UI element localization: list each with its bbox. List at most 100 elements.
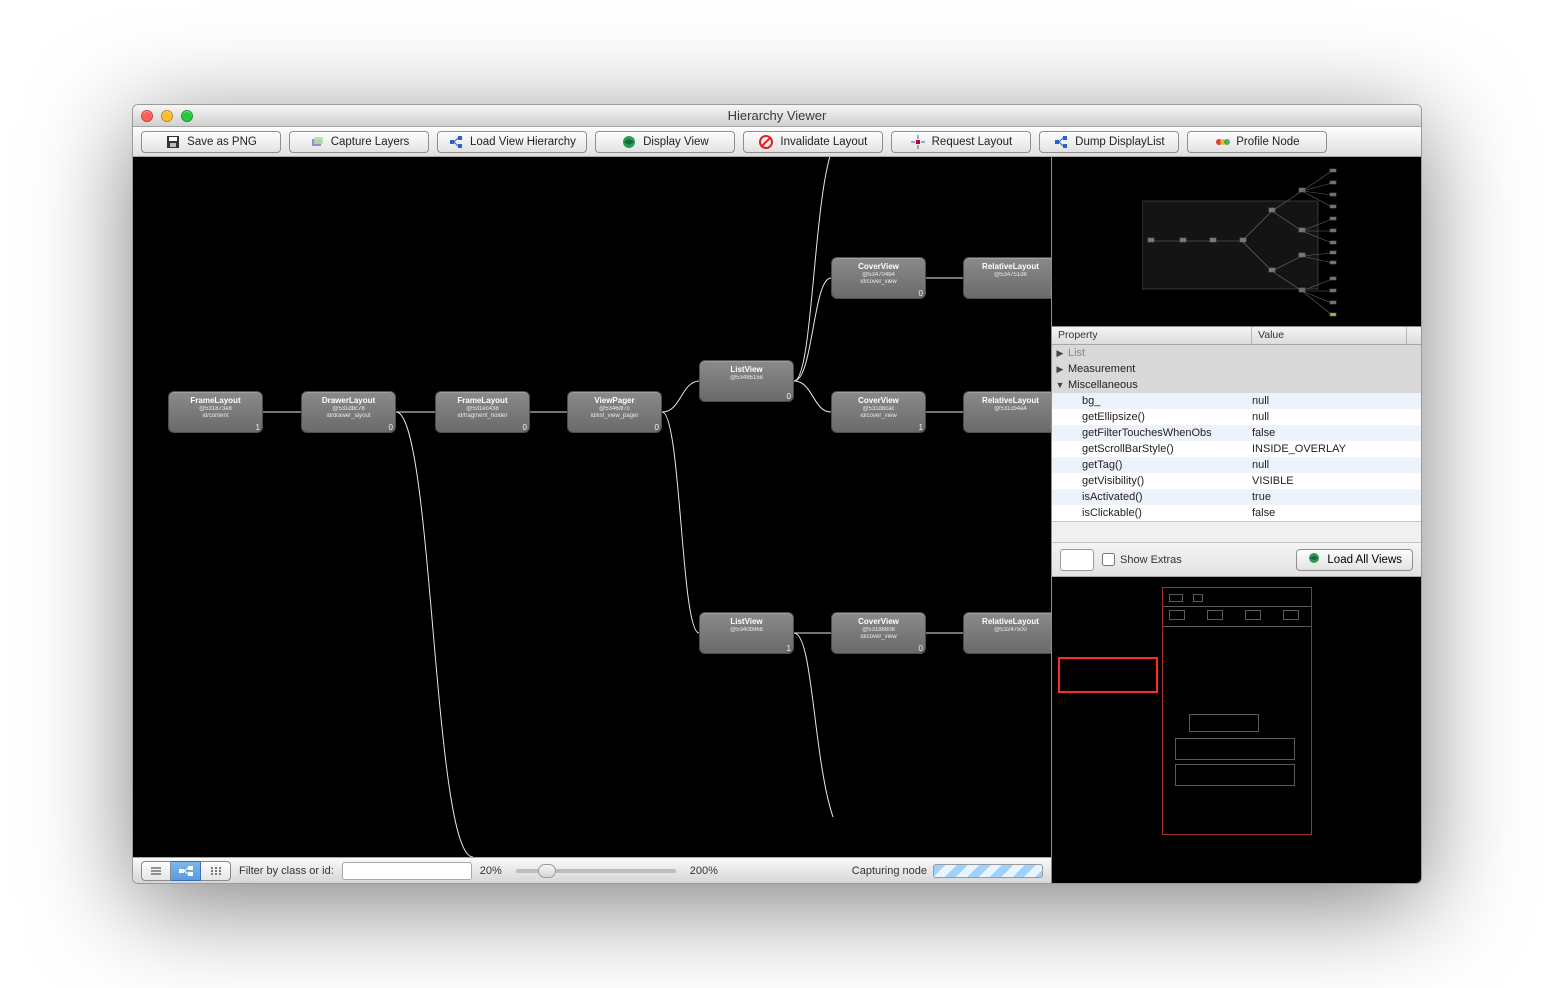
show-extras-input[interactable] [1102,553,1115,566]
disclosure-icon: ▼ [1052,380,1068,390]
value-header[interactable]: Value [1252,327,1406,344]
tree-node[interactable]: CoverView@53188808id/cover_view0 [831,612,926,654]
zoom-min-label: 20% [480,865,502,877]
property-name: getFilterTouchesWhenObs [1068,427,1252,439]
nosign-icon [758,134,774,150]
tree-node[interactable]: FrameLayout@531873e8id/content1 [168,391,263,433]
target-icon [910,134,926,150]
dump-displaylist-button[interactable]: Dump DisplayList [1039,131,1179,153]
display-view-button[interactable]: Display View [595,131,735,153]
mode-tree-button[interactable] [171,861,201,881]
property-row[interactable]: isActivated()true [1052,489,1421,505]
titlebar[interactable]: Hierarchy Viewer [133,105,1421,127]
window-title: Hierarchy Viewer [133,108,1421,123]
filter-subbar [1052,521,1421,543]
property-name: bg_ [1068,395,1252,407]
property-name: getEllipsize() [1068,411,1252,423]
property-group[interactable]: ▶List [1052,345,1421,361]
capture-layers-button[interactable]: Capture Layers [289,131,429,153]
node-classname: CoverView [834,262,923,271]
invalidate-layout-button[interactable]: Invalidate Layout [743,131,883,153]
zoom-slider[interactable] [516,869,676,873]
button-label: Save as PNG [187,136,257,148]
button-label: Dump DisplayList [1075,136,1164,148]
property-list[interactable]: ▶List▶Measurement▼Miscellaneousbg_nullge… [1052,345,1421,521]
node-child-count: 0 [523,423,527,432]
property-value: VISIBLE [1252,475,1421,487]
tree-node[interactable]: FrameLayout@531ec438id/fragment_holder0 [435,391,530,433]
filter-input[interactable] [342,862,472,880]
request-layout-button[interactable]: Request Layout [891,131,1031,153]
node-child-count: 0 [787,392,791,401]
mode-list-button[interactable] [141,861,171,881]
tree-node[interactable]: RelativeLayout@534751d80 [963,257,1051,299]
overview-map[interactable] [1052,157,1421,327]
tree-node[interactable]: CoverView@534704b4id/cover_view 0 [831,257,926,299]
view-mode-segmented [141,861,231,881]
property-name: getVisibility() [1068,475,1252,487]
property-table-header: Property Value [1052,327,1421,345]
property-row[interactable]: getEllipsize()null [1052,409,1421,425]
node-child-count: 1 [787,644,791,653]
tree-node[interactable]: CoverView@531d8cacid/cover_view1 [831,391,926,433]
disclosure-icon: ▶ [1052,348,1068,359]
node-address: @531d8cac [834,406,923,412]
node-classname: CoverView [834,617,923,626]
overview-tree-graphic [1142,161,1402,326]
show-extras-checkbox[interactable]: Show Extras [1102,553,1182,566]
mode-grid-button[interactable] [201,861,231,881]
node-id: id/cover_view [834,279,923,285]
node-classname: FrameLayout [438,396,527,405]
load-hierarchy-button[interactable]: Load View Hierarchy [437,131,587,153]
selection-highlight [1058,657,1158,693]
toolbar: Save as PNG Capture Layers Load View Hie… [133,127,1421,157]
node-id: id/content [171,413,260,419]
tree-node[interactable]: RelativeLayout@531cb4a40 [963,391,1051,433]
node-address: @534704b4 [834,272,923,278]
profile-icon [1214,134,1230,150]
node-classname: ListView [702,617,791,626]
slider-thumb[interactable] [538,864,556,878]
property-row[interactable]: getVisibility()VISIBLE [1052,473,1421,489]
group-name: List [1068,347,1252,359]
group-name: Miscellaneous [1068,379,1252,391]
color-swatch[interactable] [1060,549,1094,571]
node-classname: RelativeLayout [966,617,1051,626]
property-value: INSIDE_OVERLAY [1252,443,1421,455]
load-all-views-button[interactable]: Load All Views [1296,549,1413,571]
save-png-button[interactable]: Save as PNG [141,131,281,153]
tree-node[interactable]: ViewPager@5346df7cid/list_view_pager0 [567,391,662,433]
property-value: null [1252,395,1421,407]
property-group[interactable]: ▼Miscellaneous [1052,377,1421,393]
zoom-max-label: 200% [690,865,718,877]
button-label: Load All Views [1327,554,1402,566]
property-row[interactable]: bg_null [1052,393,1421,409]
node-address: @531ec438 [438,406,527,412]
hierarchy-canvas[interactable]: FrameLayout@531873e8id/content1 DrawerLay… [133,157,1051,857]
node-id: id/cover_view [834,413,923,419]
node-child-count: 0 [919,289,923,298]
globe-refresh-icon [1307,551,1321,568]
node-id: id/cover_view [834,634,923,640]
property-name: isClickable() [1068,507,1252,519]
tree-node[interactable]: ListView@534861580 [699,360,794,402]
property-header[interactable]: Property [1052,327,1252,344]
tree-node[interactable]: DrawerLayout@531dbc78id/drawer_layout0 [301,391,396,433]
group-name: Measurement [1068,363,1252,375]
node-classname: ListView [702,365,791,374]
property-name: getScrollBarStyle() [1068,443,1252,455]
property-row[interactable]: getScrollBarStyle()INSIDE_OVERLAY [1052,441,1421,457]
property-group[interactable]: ▶Measurement [1052,361,1421,377]
button-label: Capture Layers [331,136,410,148]
globe-icon [621,134,637,150]
progress-indeterminate [933,864,1043,878]
property-value: false [1252,507,1421,519]
profile-node-button[interactable]: Profile Node [1187,131,1327,153]
button-label: Display View [643,136,709,148]
property-row[interactable]: getTag()null [1052,457,1421,473]
tree-node[interactable]: ListView@5340b9681 [699,612,794,654]
property-row[interactable]: isClickable()false [1052,505,1421,521]
tree-node[interactable]: RelativeLayout@532475000 [963,612,1051,654]
property-row[interactable]: getFilterTouchesWhenObsfalse [1052,425,1421,441]
layout-preview[interactable] [1052,577,1421,883]
